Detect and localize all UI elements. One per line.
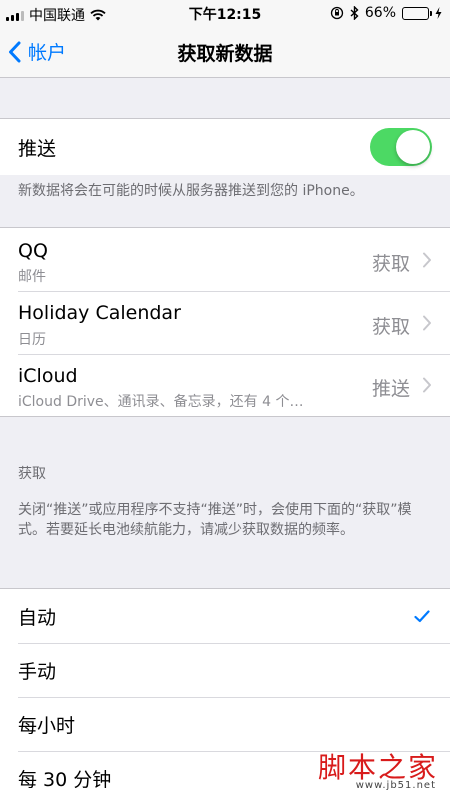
- fetch-section-header: 获取: [18, 466, 46, 482]
- push-section: 推送: [0, 118, 450, 175]
- account-title: QQ: [18, 240, 48, 262]
- fetch-option-label: 每 30 分钟: [18, 769, 112, 791]
- account-row-holiday-calendar[interactable]: Holiday Calendar 日历 获取: [0, 291, 450, 354]
- account-title: Holiday Calendar: [18, 302, 181, 324]
- push-toggle[interactable]: [370, 128, 432, 166]
- chevron-right-icon: [423, 315, 431, 331]
- chevron-right-icon: [423, 252, 431, 268]
- fetch-option-manual[interactable]: 手动: [0, 643, 450, 697]
- toggle-knob: [396, 130, 430, 164]
- account-title: iCloud: [18, 365, 78, 387]
- fetch-option-label: 每小时: [18, 715, 76, 737]
- status-right: 66%: [330, 5, 442, 21]
- account-row-qq[interactable]: QQ 邮件 获取: [0, 228, 450, 291]
- fetch-option-label: 自动: [18, 607, 57, 629]
- checkmark-icon: [414, 610, 430, 623]
- fetch-description: 关闭“推送”或应用程序不支持“推送”时，会使用下面的“获取”模式。若要延长电池续…: [18, 502, 412, 538]
- accounts-section: QQ 邮件 获取 Holiday Calendar 日历 获取 iCloud i…: [0, 227, 450, 417]
- account-fetch-value: 推送: [371, 378, 410, 400]
- charging-bolt-icon: [435, 7, 442, 19]
- navigation-bar: 帐户 获取新数据: [0, 26, 450, 78]
- account-subtitle: 邮件: [18, 269, 46, 285]
- push-label: 推送: [18, 138, 57, 160]
- status-bar: 中国联通 下午12:15 66%: [0, 0, 450, 26]
- fetch-option-automatic[interactable]: 自动: [0, 589, 450, 643]
- watermark-url: www.jb51.net: [355, 780, 436, 791]
- bluetooth-icon: [350, 6, 359, 20]
- fetch-option-label: 手动: [18, 661, 57, 683]
- account-row-icloud[interactable]: iCloud iCloud Drive、通讯录、备忘录，还有 4 个… 推送: [0, 354, 450, 416]
- orientation-lock-icon: [330, 6, 344, 20]
- battery-percent: 66%: [364, 5, 396, 21]
- account-subtitle: iCloud Drive、通讯录、备忘录，还有 4 个…: [18, 394, 304, 410]
- battery-icon: [402, 6, 432, 20]
- push-row: 推送: [0, 119, 450, 175]
- account-fetch-value: 获取: [371, 316, 410, 338]
- fetch-option-hourly[interactable]: 每小时: [0, 697, 450, 751]
- chevron-right-icon: [423, 377, 431, 393]
- page-title: 获取新数据: [177, 43, 273, 65]
- account-fetch-value: 获取: [371, 253, 410, 275]
- account-subtitle: 日历: [18, 332, 46, 348]
- push-footnote: 新数据将会在可能的时候从服务器推送到您的 iPhone。: [18, 183, 364, 199]
